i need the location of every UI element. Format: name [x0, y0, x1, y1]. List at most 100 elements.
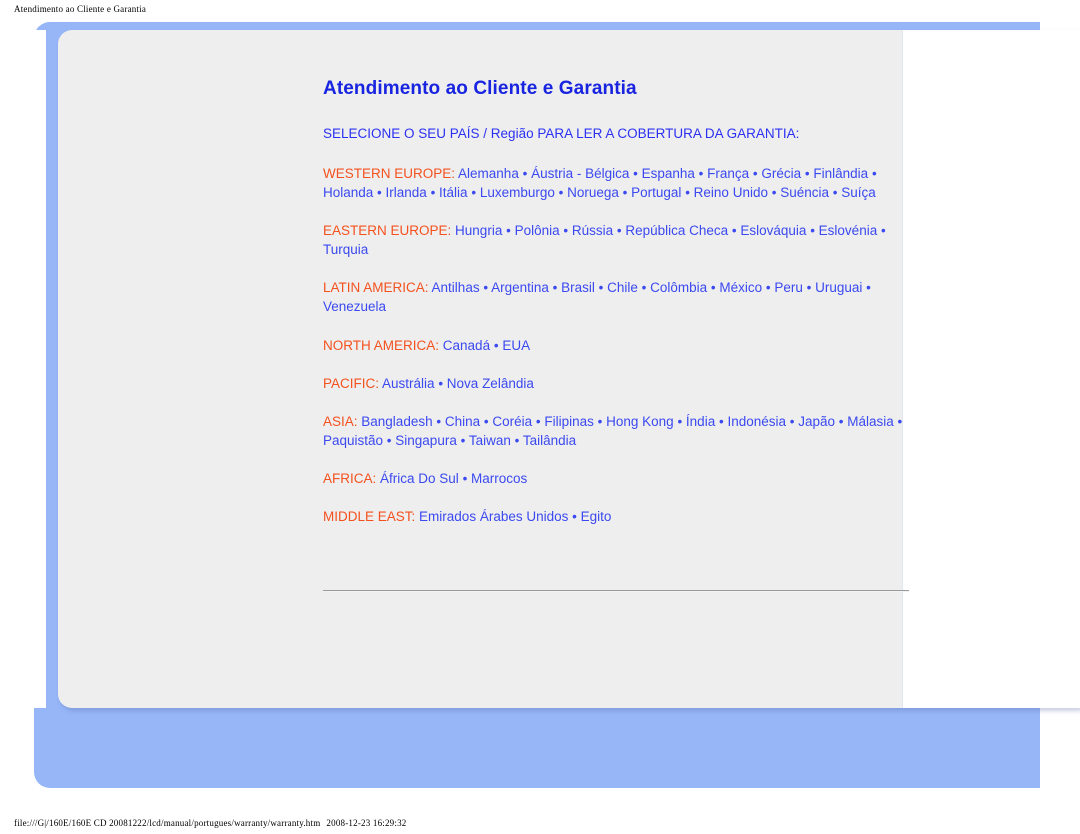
bullet-separator: • — [673, 413, 686, 429]
country-link[interactable]: Egito — [581, 509, 612, 524]
country-link[interactable]: Indonésia — [727, 414, 786, 429]
country-link[interactable]: Argentina — [491, 280, 549, 295]
country-link[interactable]: Chile — [607, 280, 638, 295]
region-label: LATIN AMERICA: — [323, 280, 429, 296]
bullet-separator: • — [681, 184, 694, 200]
region-label: MIDDLE EAST: — [323, 509, 416, 525]
bullet-separator: • — [829, 184, 842, 200]
select-country-instruction: SELECIONE O SEU PAÍS / Região PARA LER A… — [323, 126, 800, 141]
bullet-separator: • — [762, 280, 775, 296]
bullet-separator: • — [426, 184, 440, 200]
bullet-separator: • — [548, 280, 562, 296]
bullet-separator: • — [749, 165, 762, 181]
bullet-separator: • — [554, 184, 568, 200]
bullet-separator: • — [629, 165, 642, 181]
bullet-separator: • — [877, 222, 886, 238]
country-link[interactable]: Suíça — [841, 185, 876, 200]
country-link[interactable]: EUA — [502, 338, 530, 353]
bullet-separator: • — [806, 222, 819, 238]
country-link[interactable]: Holanda — [323, 185, 373, 200]
country-link[interactable]: Eslováquia — [740, 223, 806, 238]
bullet-separator: • — [715, 413, 728, 429]
bullet-separator: • — [637, 280, 651, 296]
country-link[interactable]: Polônia — [515, 223, 560, 238]
bullet-separator: • — [458, 471, 472, 487]
country-link[interactable]: França — [707, 166, 749, 181]
warranty-document: Atendimento ao Cliente e Garantia SELECI… — [323, 78, 923, 545]
country-link[interactable]: Singapura — [395, 433, 457, 448]
country-link[interactable]: Suéncia — [780, 185, 829, 200]
bullet-separator: • — [767, 184, 781, 200]
region-block: NORTH AMERICA: Canadá • EUA — [323, 336, 923, 355]
bullet-separator: • — [490, 337, 503, 353]
country-link[interactable]: Noruega — [567, 185, 619, 200]
bullet-separator: • — [373, 184, 386, 200]
country-link[interactable]: Filipinas — [544, 414, 594, 429]
country-link[interactable]: Irlanda — [386, 185, 427, 200]
bullet-separator: • — [707, 280, 720, 296]
country-link[interactable]: República Checa — [625, 223, 728, 238]
country-link[interactable]: Hungria — [455, 223, 502, 238]
country-link[interactable]: Portugal — [631, 185, 681, 200]
bullet-separator: • — [510, 432, 523, 448]
print-header-title: Atendimento ao Cliente e Garantia — [14, 4, 147, 14]
content-divider-rule — [323, 590, 909, 592]
country-link[interactable]: Índia — [686, 414, 715, 429]
country-link[interactable]: Finlândia — [813, 166, 868, 181]
bullet-separator: • — [835, 413, 848, 429]
content-sheet: Atendimento ao Cliente e Garantia SELECI… — [58, 30, 1080, 708]
country-link[interactable]: Reino Unido — [694, 185, 768, 200]
bullet-separator: • — [467, 184, 480, 200]
country-link[interactable]: Peru — [774, 280, 803, 295]
region-block: MIDDLE EAST: Emirados Árabes Unidos • Eg… — [323, 507, 923, 526]
country-link[interactable]: Hong Kong — [606, 414, 674, 429]
region-block: ASIA: Bangladesh • China • Coréia • Fili… — [323, 412, 923, 450]
region-block: LATIN AMERICA: Antilhas • Argentina • Br… — [323, 278, 923, 316]
country-link[interactable]: Uruguai — [815, 280, 862, 295]
country-link[interactable]: Itália — [439, 185, 468, 200]
country-link[interactable]: Málasia — [847, 414, 894, 429]
region-label: EASTERN EUROPE: — [323, 222, 452, 238]
country-link[interactable]: Alemanha — [458, 166, 519, 181]
region-list: WESTERN EUROPE: Alemanha • Áustria - Bél… — [323, 164, 923, 527]
country-link[interactable]: Luxemburgo — [480, 185, 555, 200]
country-link[interactable]: Antilhas — [432, 280, 480, 295]
country-link[interactable]: Turquia — [323, 242, 368, 257]
country-link[interactable]: Austrália — [382, 376, 435, 391]
country-link[interactable]: Marrocos — [471, 471, 527, 486]
region-block: WESTERN EUROPE: Alemanha • Áustria - Bél… — [323, 164, 923, 202]
country-link[interactable]: Emirados Árabes Unidos — [419, 509, 568, 524]
country-link[interactable]: Nova Zelândia — [447, 376, 534, 391]
country-link[interactable]: Bangladesh — [361, 414, 432, 429]
country-link[interactable]: Espanha — [642, 166, 695, 181]
country-link[interactable]: Brasil — [561, 280, 595, 295]
print-footer-timestamp: 2008-12-23 16:29:32 — [326, 818, 407, 828]
country-link[interactable]: Coréia — [492, 414, 532, 429]
bullet-separator: • — [502, 222, 515, 238]
region-block: AFRICA: África Do Sul • Marrocos — [323, 469, 923, 488]
bullet-separator: • — [383, 432, 396, 448]
bullet-separator: • — [432, 413, 445, 429]
bullet-separator: • — [802, 280, 816, 296]
country-link[interactable]: Venezuela — [323, 299, 386, 314]
region-block: PACIFIC: Austrália • Nova Zelândia — [323, 374, 923, 393]
country-link[interactable]: Japão — [798, 414, 835, 429]
country-link[interactable]: Áustria - Bélgica — [531, 166, 629, 181]
country-link[interactable]: Eslovénia — [819, 223, 878, 238]
country-link[interactable]: Taiwan — [469, 433, 511, 448]
country-link[interactable]: Rússia — [572, 223, 613, 238]
country-link[interactable]: China — [445, 414, 480, 429]
country-link[interactable]: México — [719, 280, 762, 295]
country-link[interactable]: Tailândia — [523, 433, 576, 448]
bullet-separator: • — [434, 375, 447, 391]
country-link[interactable]: Grécia — [761, 166, 801, 181]
print-footer: file:///G|/160E/160E CD 20081222/lcd/man… — [14, 818, 406, 828]
bullet-separator: • — [479, 280, 492, 296]
country-link[interactable]: Colômbia — [650, 280, 707, 295]
bullet-separator: • — [568, 509, 581, 525]
country-link[interactable]: Canadá — [443, 338, 490, 353]
country-link[interactable]: África Do Sul — [380, 471, 459, 486]
region-label: AFRICA: — [323, 471, 377, 487]
print-footer-path: file:///G|/160E/160E CD 20081222/lcd/man… — [14, 818, 321, 828]
country-link[interactable]: Paquistão — [323, 433, 383, 448]
